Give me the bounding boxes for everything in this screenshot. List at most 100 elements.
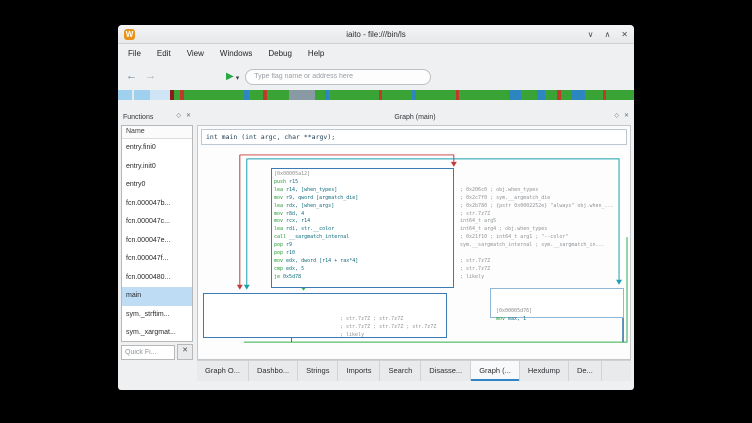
- memory-map-strip: [118, 90, 634, 100]
- close-dock-icon[interactable]: ✕: [186, 112, 191, 119]
- tab-dashbo[interactable]: Dashbo...: [249, 361, 298, 381]
- menu-item-debug[interactable]: Debug: [260, 44, 300, 63]
- memory-segment[interactable]: [521, 90, 537, 100]
- block-address: [0x00005d76]: [496, 308, 623, 316]
- asm-instruction-row[interactable]: cmp edx, 5; str.7z7Z: [274, 266, 629, 274]
- menu-item-view[interactable]: View: [179, 44, 212, 63]
- graph-column: Graph (main) ◇ ✕ int main (int argc, cha…: [197, 110, 631, 390]
- asm-instruction-row[interactable]: mov r9, qword [argmatch_die]; 0x2c7f0 ; …: [274, 195, 629, 203]
- right-block-rows: [0x00005d76]mov eax, 1: [496, 308, 623, 324]
- graph-node-true-branch[interactable]: [0x00005d76]mov eax, 1: [490, 288, 624, 318]
- back-button[interactable]: ←: [126, 71, 137, 82]
- tab-hexdump[interactable]: Hexdump: [520, 361, 569, 381]
- titlebar[interactable]: W iaito - file:///bin/ls ∨ ∧ ✕: [118, 25, 634, 44]
- memory-segment[interactable]: [382, 90, 412, 100]
- functions-dock-title: Functions: [121, 114, 153, 121]
- memory-segment[interactable]: [315, 90, 325, 100]
- function-list-item[interactable]: entry0: [122, 176, 192, 195]
- asm-comment-line: ; str.7z7Z ; str.7z7Z ; str.7z7Z: [340, 324, 446, 332]
- function-list-item[interactable]: sym._strftim...: [122, 306, 192, 325]
- asm-instruction-row[interactable]: je 0x5d78; likely: [274, 274, 629, 282]
- memory-segment[interactable]: [606, 90, 634, 100]
- menubar: FileEditViewWindowsDebugHelp: [118, 44, 634, 63]
- memory-segment[interactable]: [150, 90, 170, 100]
- tab-graph-o[interactable]: Graph O...: [197, 361, 249, 381]
- memory-segment[interactable]: [134, 90, 150, 100]
- asm-comment-line: ; str.7z7Z ; str.7z7Z: [340, 316, 446, 324]
- tab-search[interactable]: Search: [380, 361, 421, 381]
- memory-segment[interactable]: [118, 90, 132, 100]
- memory-segment[interactable]: [509, 90, 521, 100]
- function-list-item[interactable]: sym._xargmat...: [122, 324, 192, 341]
- functions-list-box: Name entry.fini0entry.init0entry0fcn.000…: [121, 125, 193, 342]
- function-list-item[interactable]: entry.fini0: [122, 139, 192, 158]
- functions-column-header[interactable]: Name: [122, 126, 192, 139]
- memory-segment[interactable]: [267, 90, 289, 100]
- asm-instruction-row[interactable]: mov r8d, 4; str.7z7Z: [274, 211, 629, 219]
- memory-segment[interactable]: [416, 90, 456, 100]
- memory-segment[interactable]: [585, 90, 603, 100]
- function-list-item[interactable]: fcn.000047c...: [122, 213, 192, 232]
- function-list-item[interactable]: entry.init0: [122, 158, 192, 177]
- asm-instruction-row[interactable]: lea rdx, [when_args]; 0x2b780 ; {pstr 0x…: [274, 203, 629, 211]
- close-dock-icon[interactable]: ✕: [624, 112, 629, 119]
- menu-item-edit[interactable]: Edit: [149, 44, 179, 63]
- memory-segment[interactable]: [184, 90, 244, 100]
- tab-strings[interactable]: Strings: [298, 361, 338, 381]
- asm-instruction-row[interactable]: lea r14, [when_types]; 0x206c0 ; obj.whe…: [274, 187, 629, 195]
- memory-segment[interactable]: [329, 90, 379, 100]
- memory-segment[interactable]: [571, 90, 585, 100]
- asm-comment-line: ; likely: [340, 332, 446, 340]
- menu-item-file[interactable]: File: [120, 44, 149, 63]
- asm-instruction-row[interactable]: mov edx, dword [r14 + rax*4]; str.7z7Z: [274, 258, 629, 266]
- memory-segment[interactable]: [249, 90, 263, 100]
- function-list-item[interactable]: fcn.000047f...: [122, 250, 192, 269]
- memory-segment[interactable]: [459, 90, 509, 100]
- tab-graph[interactable]: Graph (...: [471, 361, 520, 381]
- chevron-down-icon[interactable]: ▾: [236, 74, 240, 82]
- block-address: [0x00005a12]: [274, 171, 629, 179]
- memory-segment[interactable]: [545, 90, 557, 100]
- main-block-rows: [0x00005a12]push r15lea r14, [when_types…: [274, 171, 629, 282]
- function-list-item[interactable]: fcn.000047b...: [122, 195, 192, 214]
- forward-button[interactable]: →: [145, 71, 156, 82]
- function-signature: int main (int argc, char **argv);: [201, 129, 627, 145]
- quick-filter-input[interactable]: [121, 345, 175, 360]
- asm-instruction-row[interactable]: lea rdi, str.__colorint64_t arg4 ; obj.w…: [274, 226, 629, 234]
- function-list-item[interactable]: main: [122, 287, 192, 306]
- maximize-button[interactable]: ∧: [604, 30, 610, 39]
- tab-imports[interactable]: Imports: [338, 361, 380, 381]
- menu-item-help[interactable]: Help: [300, 44, 332, 63]
- minimize-button[interactable]: ∨: [588, 30, 594, 39]
- memory-segment[interactable]: [537, 90, 545, 100]
- tab-disasse[interactable]: Disasse...: [421, 361, 471, 381]
- address-search-input[interactable]: [245, 69, 431, 85]
- tab-de[interactable]: De...: [569, 361, 602, 381]
- memory-segment[interactable]: [289, 90, 315, 100]
- float-dock-icon[interactable]: ◇: [176, 112, 181, 119]
- functions-filter-row: ✕: [121, 344, 193, 360]
- function-list-item[interactable]: fcn.000047e...: [122, 232, 192, 251]
- asm-instruction-row[interactable]: mov rcx, r14int64_t arg5: [274, 218, 629, 226]
- function-list-item[interactable]: fcn.0000480...: [122, 269, 192, 288]
- clear-filter-button[interactable]: ✕: [177, 344, 193, 360]
- asm-instruction-row[interactable]: pop r10: [274, 250, 629, 258]
- app-icon: W: [124, 29, 135, 40]
- asm-instruction-row[interactable]: pop r9sym.__sargmatch_internal ; sym.__s…: [274, 242, 629, 250]
- close-button[interactable]: ✕: [621, 30, 628, 39]
- menu-item-windows[interactable]: Windows: [212, 44, 260, 63]
- graph-dock-title: Graph (main): [197, 114, 631, 121]
- asm-instruction-row[interactable]: mov eax, 1: [496, 316, 623, 324]
- graph-canvas[interactable]: [0x00005a12]push r15lea r14, [when_types…: [199, 148, 629, 358]
- float-dock-icon[interactable]: ◇: [614, 112, 619, 119]
- graph-dock: Graph (main) ◇ ✕ int main (int argc, cha…: [197, 110, 631, 360]
- graph-node-false-branch[interactable]: ; str.7z7Z ; str.7z7Z; str.7z7Z ; str.7z…: [203, 293, 447, 338]
- memory-segment[interactable]: [561, 90, 571, 100]
- graph-dock-header[interactable]: Graph (main) ◇ ✕: [197, 110, 631, 125]
- asm-instruction-row[interactable]: call __sargmatch_internal; 0x21f10 ; int…: [274, 234, 629, 242]
- asm-instruction-row[interactable]: push r15: [274, 179, 629, 187]
- tabbar: Graph O...Dashbo...StringsImportsSearchD…: [197, 360, 631, 381]
- functions-list: entry.fini0entry.init0entry0fcn.000047b.…: [122, 139, 192, 341]
- continue-button[interactable]: ▶: [226, 71, 234, 82]
- functions-dock-header[interactable]: Functions ◇ ✕: [121, 110, 193, 125]
